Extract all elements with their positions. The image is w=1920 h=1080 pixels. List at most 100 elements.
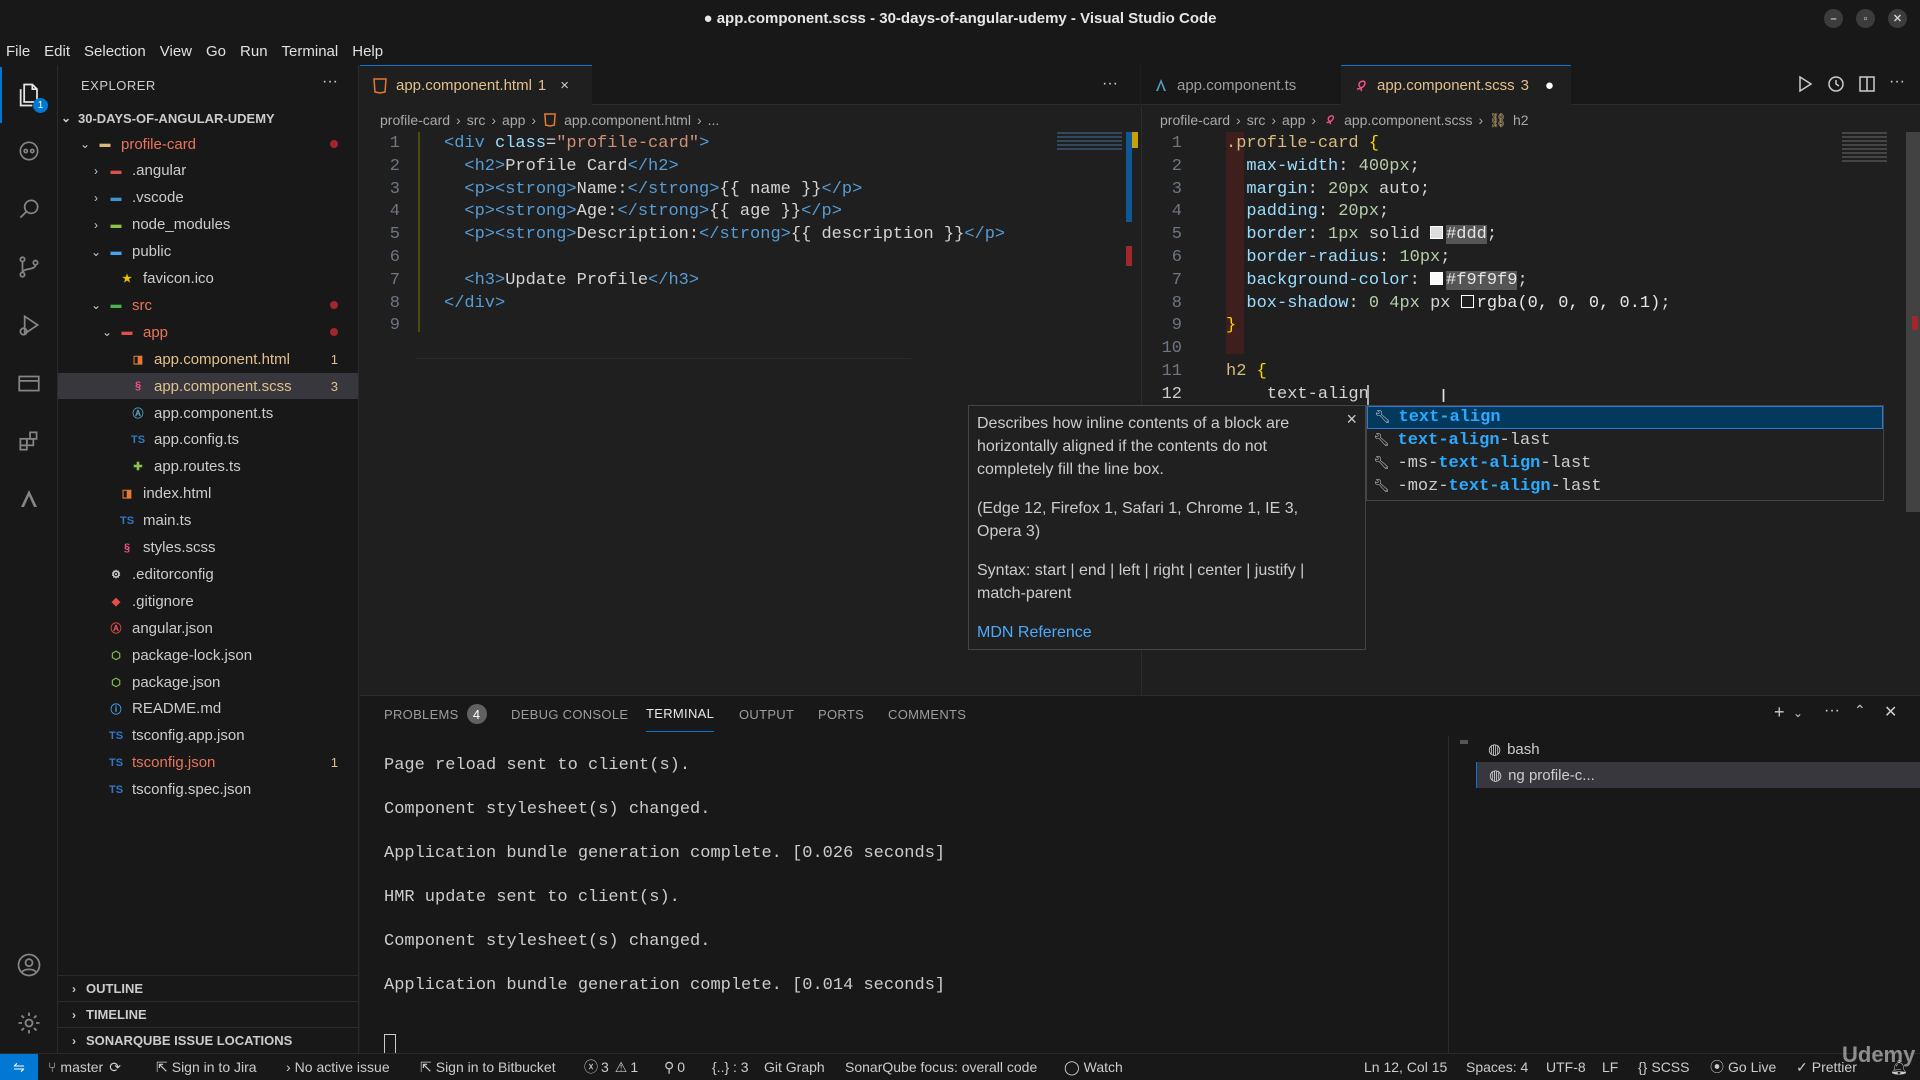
bitbucket-status[interactable]: ⇱ Sign in to Bitbucket: [420, 1054, 556, 1080]
copilot-icon[interactable]: [0, 123, 58, 179]
issue-status[interactable]: › No active issue: [286, 1054, 390, 1080]
menu-edit[interactable]: Edit: [44, 43, 70, 60]
eol-status[interactable]: LF: [1602, 1054, 1618, 1080]
close-tab-icon[interactable]: ×: [560, 77, 569, 94]
new-terminal-icon[interactable]: +: [1774, 702, 1785, 723]
split-editor-icon[interactable]: [1858, 75, 1876, 97]
outline-section[interactable]: › OUTLINE: [58, 975, 358, 1001]
tree-item[interactable]: ✚ app.routes.ts: [58, 454, 358, 480]
tree-item[interactable]: TS tsconfig.json 1: [58, 750, 358, 776]
timeline-section[interactable]: › TIMELINE: [58, 1001, 358, 1027]
right-breadcrumb[interactable]: profile-card › src › app › app.component.sc…: [1160, 108, 1529, 132]
tab-output[interactable]: OUTPUT: [739, 696, 794, 732]
files-icon[interactable]: 1: [0, 67, 58, 123]
editor-more-icon[interactable]: ···: [1102, 75, 1118, 93]
tree-item[interactable]: ◨ index.html: [58, 481, 358, 507]
menu-view[interactable]: View: [160, 43, 192, 60]
minimize-button[interactable]: –: [1824, 9, 1843, 28]
close-panel-icon[interactable]: ✕: [1884, 702, 1897, 722]
mdn-reference-link[interactable]: MDN Reference: [977, 621, 1357, 644]
menu-run[interactable]: Run: [240, 43, 268, 60]
tree-item[interactable]: Ⓐapp.component.ts: [58, 400, 358, 426]
extensions-icon[interactable]: [0, 413, 58, 469]
tree-item[interactable]: TS tsconfig.app.json: [58, 723, 358, 749]
tab-comments[interactable]: COMMENTS: [888, 696, 966, 732]
menu-help[interactable]: Help: [352, 43, 383, 60]
tree-item[interactable]: § styles.scss: [58, 535, 358, 561]
tree-item[interactable]: TS tsconfig.spec.json: [58, 777, 358, 803]
language-status[interactable]: {} SCSS: [1638, 1054, 1689, 1080]
tab-terminal[interactable]: TERMINAL: [646, 696, 715, 732]
workspace-root[interactable]: ⌄ 30-DAYS-OF-ANGULAR-UDEMY: [58, 105, 358, 131]
remote-indicator-icon[interactable]: ⇋: [0, 1054, 38, 1080]
left-breadcrumb[interactable]: profile-card › src › app › app.component.ht…: [380, 108, 719, 132]
unsaved-dot-icon[interactable]: ●: [1545, 77, 1554, 94]
menu-selection[interactable]: Selection: [84, 43, 146, 60]
tree-item[interactable]: ★ favicon.ico: [58, 266, 358, 292]
maximize-panel-icon[interactable]: ⌃: [1854, 702, 1866, 719]
editor-actions-more-icon[interactable]: ···: [1889, 73, 1905, 91]
color-swatch[interactable]: [1430, 271, 1444, 285]
tab-app-component-ts[interactable]: app.component.ts: [1141, 65, 1341, 105]
panel-more-icon[interactable]: ···: [1824, 702, 1840, 720]
search-icon[interactable]: [0, 181, 58, 237]
menu-terminal[interactable]: Terminal: [282, 43, 339, 60]
tree-item[interactable]: Ⓐangular.json: [58, 615, 358, 641]
sonarqube-section[interactable]: › SONARQUBE ISSUE LOCATIONS: [58, 1027, 358, 1053]
suggestion-item[interactable]: 🔧︎ -ms-text-align -last: [1367, 452, 1883, 475]
sonarqube-status[interactable]: SonarQube focus: overall code: [845, 1054, 1037, 1080]
menu-go[interactable]: Go: [206, 43, 226, 60]
source-control-icon[interactable]: [0, 239, 58, 295]
tree-item[interactable]: ◆ .gitignore: [58, 588, 358, 614]
menu-file[interactable]: File: [6, 43, 30, 60]
account-icon[interactable]: [0, 937, 58, 993]
tab-debug-console[interactable]: DEBUG CONSOLE: [511, 696, 628, 732]
tab-app-component-scss[interactable]: app.component.scss 3 ●: [1341, 65, 1571, 105]
tree-item[interactable]: TS main.ts: [58, 508, 358, 534]
history-icon[interactable]: [1827, 75, 1845, 97]
problems-status[interactable]: ⓧ 3 ⚠ 1: [584, 1054, 638, 1080]
terminal-item-bash[interactable]: ◍ bash: [1476, 736, 1920, 762]
tree-item[interactable]: ⌄ ▬ profile-card: [58, 131, 358, 157]
right-minimap[interactable]: [1842, 132, 1887, 162]
jira-status[interactable]: ⇱ Sign in to Jira: [156, 1054, 257, 1080]
tree-item[interactable]: › ▬ .angular: [58, 158, 358, 184]
suggestion-item[interactable]: 🔧︎ text-align: [1367, 406, 1883, 429]
tab-ports[interactable]: PORTS: [818, 696, 864, 732]
tree-item[interactable]: ⬡ package-lock.json: [58, 642, 358, 668]
left-minimap[interactable]: [1057, 132, 1122, 152]
maximize-button[interactable]: ▫: [1856, 9, 1875, 28]
explorer-more-icon[interactable]: ···: [322, 73, 338, 91]
indentation-status[interactable]: Spaces: 4: [1466, 1054, 1528, 1080]
encoding-status[interactable]: UTF-8: [1546, 1054, 1586, 1080]
watch-status[interactable]: ◯ Watch: [1064, 1054, 1123, 1080]
tree-item[interactable]: ⬡ package.json: [58, 669, 358, 695]
close-window-button[interactable]: ✕: [1888, 9, 1907, 28]
suggestion-item[interactable]: 🔧︎ -moz-text-align -last: [1367, 475, 1883, 498]
tree-item[interactable]: § app.component.scss 3: [58, 373, 358, 400]
tab-problems[interactable]: PROBLEMS 4: [384, 696, 487, 732]
terminal-item-ng[interactable]: ◍ ng profile-c...: [1476, 762, 1920, 788]
tree-item[interactable]: ⌄ ▬ public: [58, 239, 358, 265]
run-debug-icon[interactable]: [0, 297, 58, 353]
tree-item[interactable]: › ▬ .vscode: [58, 185, 358, 211]
hover-close-icon[interactable]: ×: [1346, 408, 1357, 431]
git-graph-status[interactable]: Git Graph: [764, 1054, 825, 1080]
remote-explorer-icon[interactable]: [0, 355, 58, 411]
terminal-dropdown-icon[interactable]: ⌄: [1793, 706, 1803, 720]
ports-status[interactable]: ⚲ 0: [664, 1054, 685, 1080]
tree-item[interactable]: ⌄ ▬ src: [58, 292, 358, 318]
color-swatch[interactable]: [1460, 294, 1474, 308]
suggestion-item[interactable]: 🔧︎ text-align -last: [1367, 429, 1883, 452]
tree-item[interactable]: ⓘ README.md: [58, 696, 358, 722]
color-swatch[interactable]: [1430, 226, 1444, 240]
run-icon[interactable]: [1796, 75, 1814, 97]
tree-item[interactable]: ⌄ ▬ app: [58, 319, 358, 345]
tree-item[interactable]: ⚙ .editorconfig: [58, 561, 358, 587]
tree-item[interactable]: › ▬ node_modules: [58, 212, 358, 238]
branch-status[interactable]: ⑂ master ⟳: [48, 1054, 121, 1080]
cursor-position[interactable]: Ln 12, Col 15: [1364, 1054, 1447, 1080]
tab-app-component-html[interactable]: app.component.html 1 ×: [360, 65, 592, 105]
tree-item[interactable]: TS app.config.ts: [58, 427, 358, 453]
tree-item[interactable]: ◨ app.component.html 1: [58, 346, 358, 372]
